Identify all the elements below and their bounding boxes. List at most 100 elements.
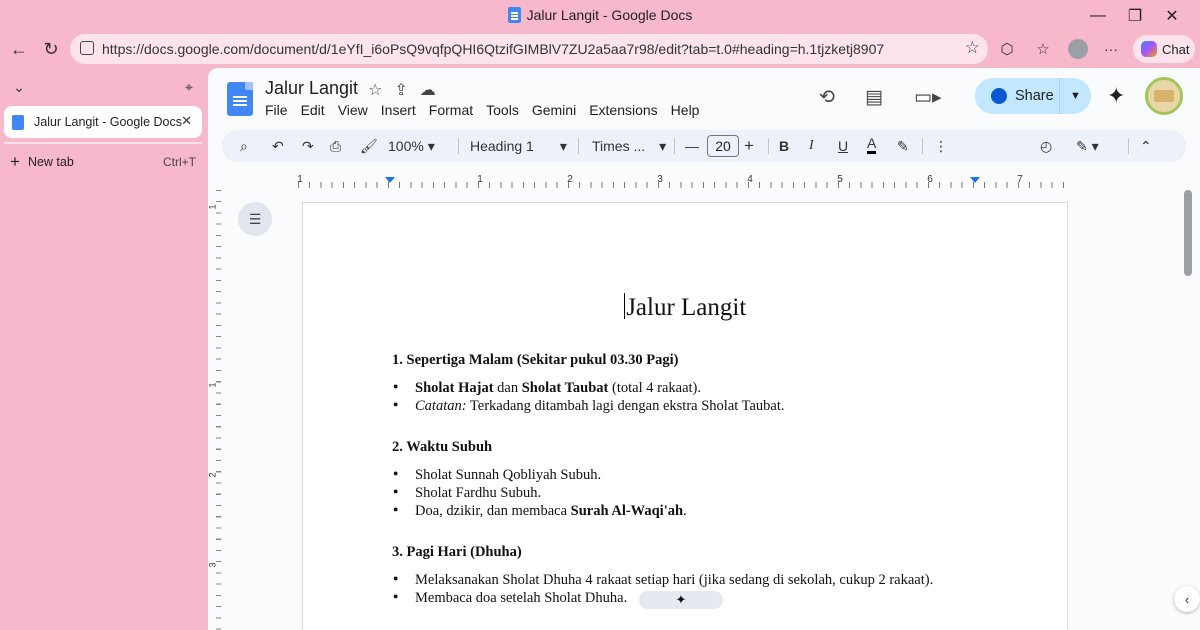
menu-help[interactable]: Help	[671, 102, 700, 118]
ruler-number: 2	[208, 472, 218, 478]
docs-logo-icon[interactable]	[227, 82, 253, 116]
favorites-icon[interactable]: ☆	[1030, 36, 1056, 62]
ruler-number: 3	[657, 174, 663, 185]
title-actions: ☆ ⇪ ☁	[368, 80, 436, 100]
font-select[interactable]: Times ... ▾	[592, 135, 666, 157]
undo-icon[interactable]: ↶	[272, 135, 284, 157]
chevron-down-icon[interactable]: ⌄	[6, 74, 32, 100]
ruler-number: 1	[208, 204, 218, 210]
section-heading-1[interactable]: 1. Sepertiga Malam (Sekitar pukul 03.30 …	[392, 352, 679, 369]
url-text[interactable]: https://docs.google.com/document/d/1eYfI…	[102, 41, 884, 57]
unpin-icon[interactable]: ⌖	[176, 74, 202, 100]
comments-icon[interactable]: ▤	[865, 86, 883, 109]
right-indent-marker[interactable]	[970, 177, 980, 183]
vertical-tabs-panel: ⌄ ⌖ Jalur Langit - Google Docs ✕ + New t…	[0, 68, 205, 630]
section-heading-2[interactable]: 2. Waktu Subuh	[392, 439, 492, 456]
menu-format[interactable]: Format	[429, 102, 473, 118]
list-item[interactable]: Melaksanakan Sholat Dhuha 4 rakaat setia…	[393, 572, 933, 589]
search-icon[interactable]: ⌕	[240, 135, 248, 157]
document-heading[interactable]: Jalur Langit	[303, 293, 1067, 322]
docs-app: Jalur Langit ☆ ⇪ ☁ File Edit View Insert…	[208, 68, 1200, 630]
redo-icon[interactable]: ↷	[302, 135, 314, 157]
gemini-suggestion-icon[interactable]: ✦	[639, 591, 723, 609]
site-info-icon[interactable]	[80, 41, 94, 55]
star-icon[interactable]: ☆	[368, 80, 382, 100]
copilot-chat-button[interactable]: Chat	[1133, 35, 1195, 63]
smart-compose-icon[interactable]: ◴	[1040, 135, 1052, 157]
list-item[interactable]: Sholat Hajat dan Sholat Taubat (total 4 …	[393, 380, 701, 397]
more-options-icon[interactable]: ⋮	[934, 135, 948, 157]
window-title: Jalur Langit - Google Docs	[0, 7, 1200, 23]
font-size-input[interactable]: 20	[707, 135, 739, 157]
menu-insert[interactable]: Insert	[381, 102, 416, 118]
gemini-sparkle-icon[interactable]: ✦	[1107, 83, 1125, 109]
share-dropdown-icon[interactable]: ▼	[1059, 78, 1091, 114]
paint-format-icon[interactable]: 🖌	[360, 135, 378, 157]
account-avatar[interactable]	[1145, 77, 1183, 115]
cloud-status-icon[interactable]: ☁	[420, 80, 436, 100]
browser-toolbar: ← ↻ https://docs.google.com/document/d/1…	[0, 32, 1200, 66]
collapse-menus-icon[interactable]: ⌃	[1140, 135, 1152, 157]
tab-jalur-langit[interactable]: Jalur Langit - Google Docs ✕	[4, 106, 202, 138]
ruler-number: 5	[837, 174, 843, 185]
divider	[458, 138, 459, 154]
docs-icon	[507, 7, 521, 23]
reload-icon[interactable]: ↻	[38, 36, 64, 62]
vertical-ruler: 1 1 2 3	[208, 190, 222, 630]
list-item[interactable]: Sholat Sunnah Qobliyah Subuh.	[393, 467, 601, 484]
move-folder-icon[interactable]: ⇪	[394, 80, 407, 100]
decrease-font-icon[interactable]: —	[685, 135, 699, 157]
globe-icon	[991, 88, 1007, 104]
vertical-scrollbar[interactable]	[1184, 190, 1192, 276]
version-history-icon[interactable]: ⟲	[819, 86, 835, 109]
ruler-number: 2	[567, 174, 573, 185]
text-cursor	[623, 293, 626, 319]
bookmark-star-icon[interactable]: ☆	[965, 38, 980, 58]
menu-tools[interactable]: Tools	[486, 102, 519, 118]
profile-avatar[interactable]	[1068, 39, 1088, 59]
list-item[interactable]: Catatan: Terkadang ditambah lagi dengan …	[393, 398, 784, 415]
zoom-select[interactable]: 100% ▾	[388, 135, 435, 157]
print-icon[interactable]: ⎙	[330, 135, 341, 157]
left-indent-marker[interactable]	[385, 177, 395, 183]
style-select[interactable]: Heading 1 ▾	[470, 135, 567, 157]
highlight-icon[interactable]: ✎	[897, 135, 909, 157]
meet-icon[interactable]: ▭▸	[914, 86, 942, 109]
minimize-button[interactable]: —	[1084, 4, 1112, 28]
menu-extensions[interactable]: Extensions	[589, 102, 657, 118]
docs-favicon	[12, 114, 24, 130]
section-heading-3[interactable]: 3. Pagi Hari (Dhuha)	[392, 544, 522, 561]
list-item[interactable]: Sholat Fardhu Subuh.	[393, 485, 541, 502]
ruler-number: 7	[1017, 174, 1023, 185]
ruler-number: 4	[747, 174, 753, 185]
document-outline-icon[interactable]: ☰	[238, 202, 272, 236]
extensions-icon[interactable]: ⬡	[994, 36, 1020, 62]
close-tab-icon[interactable]: ✕	[181, 113, 192, 129]
menu-file[interactable]: File	[265, 102, 288, 118]
back-icon[interactable]: ←	[6, 36, 32, 62]
italic-icon[interactable]: I	[809, 135, 814, 157]
document-page[interactable]: Jalur Langit 1. Sepertiga Malam (Sekitar…	[302, 202, 1068, 630]
bold-icon[interactable]: B	[779, 135, 789, 157]
address-bar[interactable]: https://docs.google.com/document/d/1eYfI…	[70, 34, 988, 64]
list-item[interactable]: Membaca doa setelah Sholat Dhuha.	[393, 590, 627, 607]
editing-mode-icon[interactable]: ✎ ▾	[1076, 135, 1099, 157]
menu-edit[interactable]: Edit	[301, 102, 325, 118]
menu-view[interactable]: View	[338, 102, 368, 118]
document-title[interactable]: Jalur Langit	[265, 78, 358, 99]
share-button[interactable]: Share ▼	[975, 78, 1091, 114]
text-color-icon[interactable]: A	[867, 135, 877, 154]
new-tab-button[interactable]: + New tab Ctrl+T	[10, 152, 200, 172]
list-item[interactable]: Doa, dzikir, dan membaca Surah Al-Waqi'a…	[393, 503, 687, 520]
increase-font-icon[interactable]: +	[744, 135, 754, 157]
restore-button[interactable]: ❐	[1121, 4, 1149, 28]
menu-gemini[interactable]: Gemini	[532, 102, 576, 118]
side-panel-toggle-icon[interactable]: ‹	[1174, 586, 1200, 612]
divider	[1128, 138, 1129, 154]
close-button[interactable]: ✕	[1158, 4, 1186, 28]
menu-bar: File Edit View Insert Format Tools Gemin…	[265, 102, 699, 118]
ruler-number: 1	[477, 174, 483, 185]
more-menu-icon[interactable]: ···	[1098, 36, 1124, 62]
underline-icon[interactable]: U	[838, 135, 848, 157]
horizontal-ruler[interactable]: 1 1 2 3 4 5 6 7	[297, 174, 1068, 188]
